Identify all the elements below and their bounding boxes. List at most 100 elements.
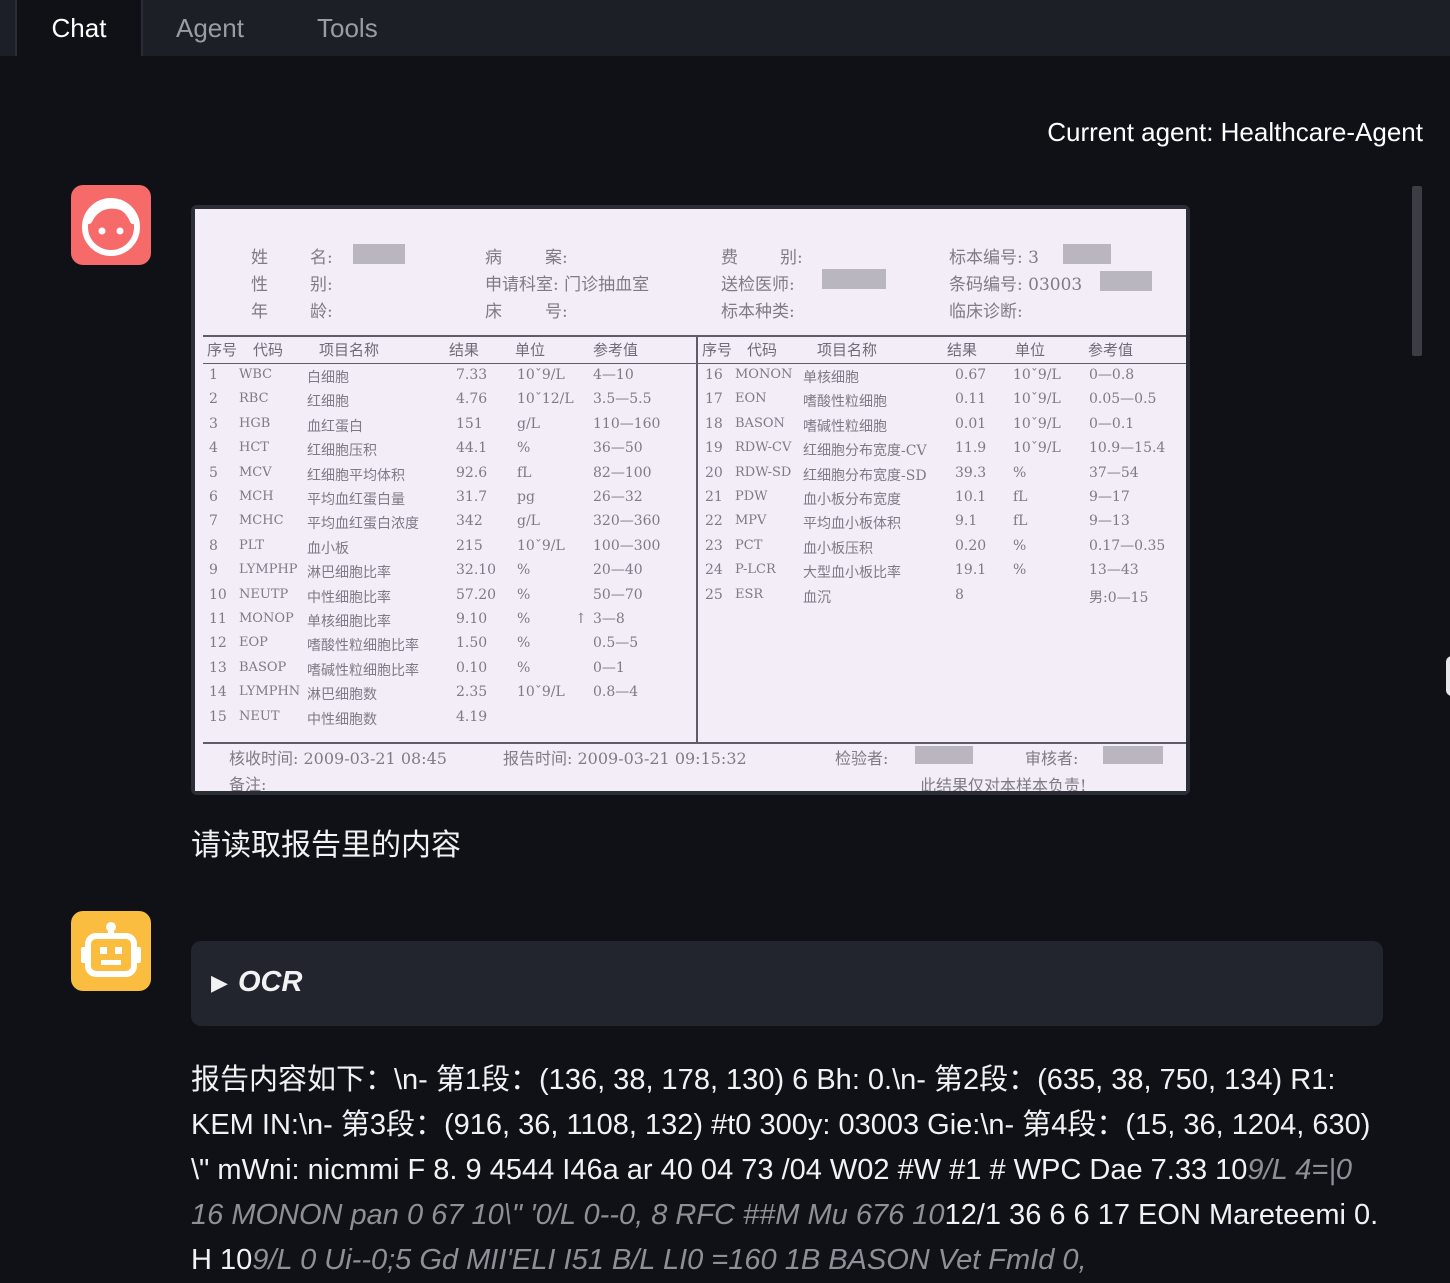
column-header: 单位 (515, 341, 546, 359)
ocr-summary-label: OCR (238, 966, 303, 998)
robot-avatar-icon (71, 911, 151, 991)
report-header-text: 标本种类: (721, 302, 795, 322)
table-cell: 25 (705, 586, 723, 603)
table-cell: 10ˇ9/L (1013, 440, 1061, 457)
table-cell: 0.8—4 (593, 684, 639, 701)
table-cell: 9.10 (456, 611, 488, 627)
table-cell: g/L (517, 513, 540, 530)
side-handle[interactable] (1446, 656, 1450, 696)
table-cell: 红细胞平均体积 (307, 467, 405, 484)
table-cell: 12 (209, 635, 227, 652)
table-cell: 11.9 (955, 440, 987, 457)
table-cell: 3.5—5.5 (593, 391, 652, 408)
table-cell: 血小板 (307, 540, 349, 557)
table-cell: LYMPHN (239, 684, 301, 700)
table-divider (696, 335, 698, 743)
table-cell: HCT (239, 440, 269, 456)
table-cell: 平均血红蛋白浓度 (307, 516, 419, 533)
table-cell: % (517, 562, 531, 579)
current-agent-label: Current agent: Healthcare-Agent (1047, 117, 1423, 147)
column-header: 序号 (207, 341, 238, 359)
table-cell: 4.19 (456, 708, 488, 725)
tab-tools[interactable]: Tools (317, 0, 378, 56)
reviewer-label: 审核者: (1025, 749, 1079, 768)
column-header: 代码 (747, 341, 778, 359)
tab-agent[interactable]: Agent (176, 0, 244, 56)
table-cell: 2 (209, 391, 218, 408)
answer-italic-text: 9/L 0 Ui--0;5 Gd MII'ELI I51 B/L LI0 =16… (252, 1244, 1087, 1276)
table-cell: 10ˇ12/L (517, 391, 574, 408)
redaction-box (1103, 746, 1163, 764)
table-cell: % (1013, 537, 1027, 554)
table-cell: 10.1 (955, 489, 987, 505)
table-cell: 10ˇ9/L (1013, 415, 1061, 432)
disclaimer: 此结果仅对本样本负责! (920, 776, 1087, 791)
table-cell: 20 (705, 464, 723, 481)
table-cell: 16 (705, 367, 723, 383)
table-cell: 100—300 (593, 537, 661, 554)
table-cell: 0.67 (955, 367, 987, 383)
table-cell: 10ˇ9/L (517, 684, 565, 701)
table-cell: 5 (209, 464, 218, 481)
column-header: 结果 (449, 341, 480, 359)
note-label: 备注: (229, 775, 267, 791)
chat-scrollbar[interactable] (1412, 186, 1422, 356)
table-cell: PDW (735, 489, 768, 504)
table-cell: 26—32 (593, 489, 643, 505)
table-cell: 平均血红蛋白量 (307, 492, 405, 508)
table-cell: 13—43 (1089, 562, 1139, 579)
table-cell: 215 (456, 537, 483, 554)
table-cell: RDW-CV (735, 440, 792, 456)
redaction-box (1063, 244, 1111, 264)
report-header-text: 送检医师: (721, 275, 795, 295)
table-cell: 血小板分布宽度 (803, 492, 901, 508)
ocr-details-toggle[interactable]: ▶ OCR (191, 941, 1383, 1026)
table-cell: 10 (209, 586, 227, 603)
table-cell: 39.3 (955, 464, 987, 481)
table-cell: fL (1013, 489, 1028, 505)
report-header-text: 年 (251, 302, 268, 322)
column-header: 参考值 (1088, 341, 1134, 359)
table-cell: % (517, 635, 531, 652)
report-header-text: 性 (251, 275, 268, 295)
column-header: 项目名称 (319, 341, 380, 359)
table-cell: 36—50 (593, 440, 643, 457)
table-cell: RBC (239, 391, 269, 407)
column-header: 项目名称 (817, 341, 878, 359)
table-cell: 31.7 (456, 489, 488, 505)
tab-chat[interactable]: Chat (15, 0, 143, 56)
report-header-text: 床 (485, 302, 502, 322)
table-cell: 7 (209, 513, 218, 530)
report-header-text: 号: (545, 302, 568, 322)
table-cell: 13 (209, 659, 227, 676)
table-cell: 9 (209, 562, 218, 579)
report-header-text: 案: (545, 248, 568, 268)
table-cell: 嗜碱性粒细胞 (803, 418, 887, 435)
table-cell: % (517, 611, 531, 627)
table-cell: 23 (705, 537, 723, 554)
table-cell: 50—70 (593, 586, 643, 603)
table-cell: 0.17—0.35 (1089, 537, 1166, 554)
table-cell: EON (735, 391, 767, 407)
assistant-message: 报告内容如下：\n- 第1段：(136, 38, 178, 130) 6 Bh:… (191, 1058, 1391, 1283)
column-header: 参考值 (593, 341, 639, 359)
table-header-rule (203, 363, 1186, 364)
report-header-text: 龄: (310, 302, 333, 322)
table-cell: % (517, 440, 531, 457)
table-cell: BASON (735, 415, 785, 431)
table-cell: 3—8 (593, 611, 625, 627)
redaction-box (1100, 271, 1152, 291)
table-cell: ↑ (575, 611, 587, 627)
table-cell: 0.05—0.5 (1089, 391, 1157, 408)
column-header: 序号 (702, 341, 733, 359)
table-cell: 10ˇ9/L (1013, 391, 1061, 408)
table-cell: 3 (209, 415, 218, 432)
report-header-text: 申请科室: 门诊抽血室 (485, 275, 650, 295)
table-cell: 9.1 (955, 513, 978, 530)
report-header-text: 条码编号: 03003 (949, 275, 1083, 295)
lab-report: 姓 名: 病 案: 费 别: 标本编号: 3 性 别: 申请科室: 门诊抽血室 … (195, 209, 1186, 791)
table-cell: 男:0—15 (1089, 589, 1149, 606)
table-cell: 19 (705, 440, 723, 457)
user-avatar-icon (71, 185, 151, 265)
table-cell: 1 (209, 367, 218, 383)
